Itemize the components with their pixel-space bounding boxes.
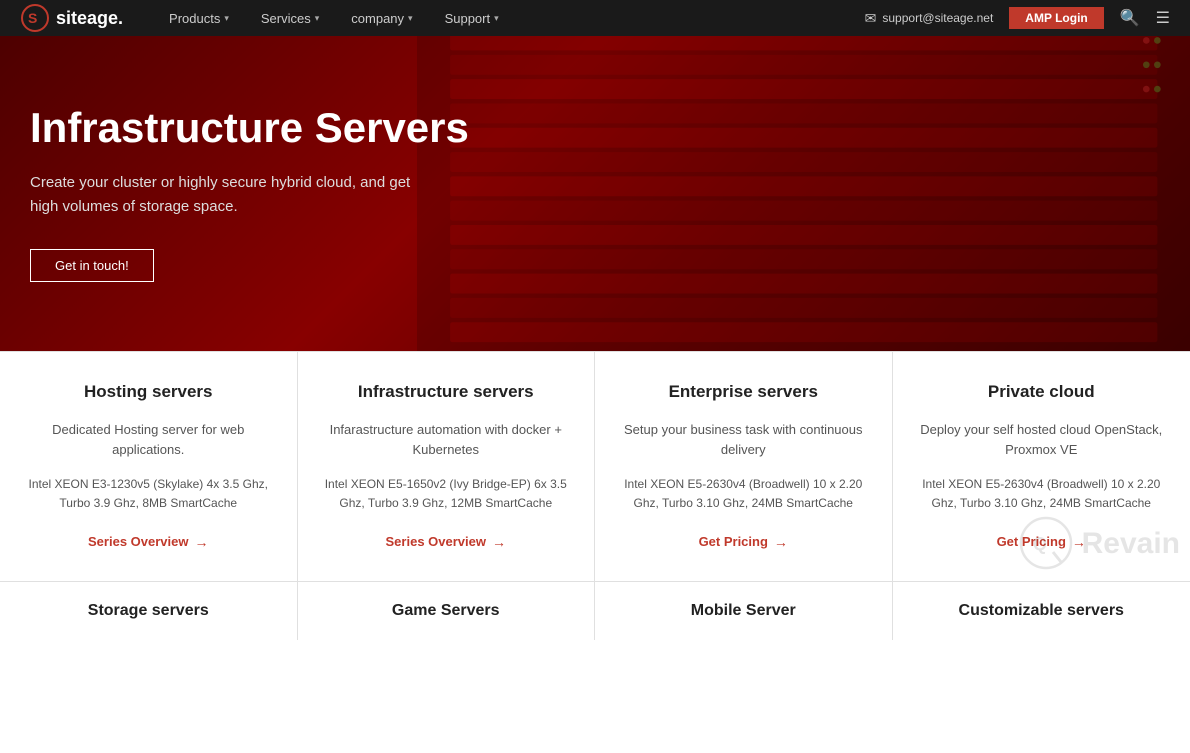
bottom-cards-row: Storage servers Game Servers Mobile Serv…	[0, 582, 1190, 640]
email-icon: ✉	[865, 10, 877, 27]
mobile-server-card: Mobile Server	[595, 582, 893, 640]
hero-title: Infrastructure Servers	[30, 105, 1160, 151]
hosting-servers-desc: Dedicated Hosting server for web applica…	[20, 420, 277, 459]
services-chevron-icon: ▾	[315, 13, 320, 24]
navbar: S siteage. Products ▾ Services ▾ company…	[0, 0, 1190, 36]
logo-text: siteage.	[56, 8, 123, 29]
hero-content: Infrastructure Servers Create your clust…	[30, 105, 1160, 282]
storage-servers-title: Storage servers	[20, 602, 277, 620]
nav-company[interactable]: company ▾	[335, 0, 428, 36]
products-chevron-icon: ▾	[224, 13, 229, 24]
hero-section: Infrastructure Servers Create your clust…	[0, 36, 1190, 351]
enterprise-servers-desc: Setup your business task with continuous…	[615, 420, 872, 459]
enterprise-servers-spec: Intel XEON E5-2630v4 (Broadwell) 10 x 2.…	[615, 475, 872, 513]
customizable-servers-card: Customizable servers	[893, 582, 1190, 640]
hosting-servers-spec: Intel XEON E3-1230v5 (Skylake) 4x 3.5 Gh…	[20, 475, 277, 513]
infrastructure-servers-title: Infrastructure servers	[318, 382, 575, 402]
cards-section: Hosting servers Dedicated Hosting server…	[0, 351, 1190, 640]
nav-support[interactable]: Support ▾	[429, 0, 515, 36]
private-cloud-spec: Intel XEON E5-2630v4 (Broadwell) 10 x 2.…	[913, 475, 1171, 513]
nav-links: Products ▾ Services ▾ company ▾ Support …	[153, 0, 865, 36]
svg-text:Q: Q	[1033, 534, 1047, 554]
logo[interactable]: S siteage.	[20, 3, 123, 33]
hosting-servers-title: Hosting servers	[20, 382, 277, 402]
storage-servers-card: Storage servers	[0, 582, 298, 640]
game-servers-title: Game Servers	[318, 602, 575, 620]
mobile-server-title: Mobile Server	[615, 602, 872, 620]
support-chevron-icon: ▾	[494, 13, 499, 24]
private-cloud-card: Private cloud Deploy your self hosted cl…	[893, 352, 1190, 582]
enterprise-link-arrow-icon: →	[774, 534, 788, 550]
infrastructure-servers-card: Infrastructure servers Infarastructure a…	[298, 352, 596, 582]
nav-products[interactable]: Products ▾	[153, 0, 245, 36]
infrastructure-servers-desc: Infarastructure automation with docker +…	[318, 420, 575, 459]
game-servers-card: Game Servers	[298, 582, 596, 640]
infrastructure-servers-spec: Intel XEON E5-1650v2 (Ivy Bridge-EP) 6x …	[318, 475, 575, 513]
nav-right: ✉ support@siteage.net AMP Login 🔍 ☰	[865, 7, 1170, 29]
hamburger-menu-icon[interactable]: ☰	[1156, 8, 1170, 28]
enterprise-servers-link[interactable]: Get Pricing →	[699, 534, 788, 550]
hero-subtitle: Create your cluster or highly secure hyb…	[30, 171, 480, 219]
revain-watermark: Q Revain	[1019, 516, 1180, 571]
nav-email: ✉ support@siteage.net	[865, 10, 994, 27]
customizable-servers-title: Customizable servers	[913, 602, 1171, 620]
main-cards-row: Hosting servers Dedicated Hosting server…	[0, 351, 1190, 582]
private-cloud-title: Private cloud	[913, 382, 1171, 402]
infrastructure-servers-link[interactable]: Series Overview →	[386, 534, 506, 550]
hosting-link-arrow-icon: →	[194, 534, 208, 550]
hosting-servers-link[interactable]: Series Overview →	[88, 534, 208, 550]
amp-login-button[interactable]: AMP Login	[1009, 7, 1103, 29]
enterprise-servers-title: Enterprise servers	[615, 382, 872, 402]
enterprise-servers-card: Enterprise servers Setup your business t…	[595, 352, 893, 582]
revain-text: Revain	[1082, 527, 1180, 561]
company-chevron-icon: ▾	[408, 13, 413, 24]
nav-services[interactable]: Services ▾	[245, 0, 335, 36]
search-icon[interactable]: 🔍	[1120, 8, 1140, 28]
svg-text:S: S	[28, 10, 37, 26]
hosting-servers-card: Hosting servers Dedicated Hosting server…	[0, 352, 298, 582]
private-cloud-desc: Deploy your self hosted cloud OpenStack,…	[913, 420, 1171, 459]
infrastructure-link-arrow-icon: →	[492, 534, 506, 550]
get-in-touch-button[interactable]: Get in touch!	[30, 249, 154, 282]
